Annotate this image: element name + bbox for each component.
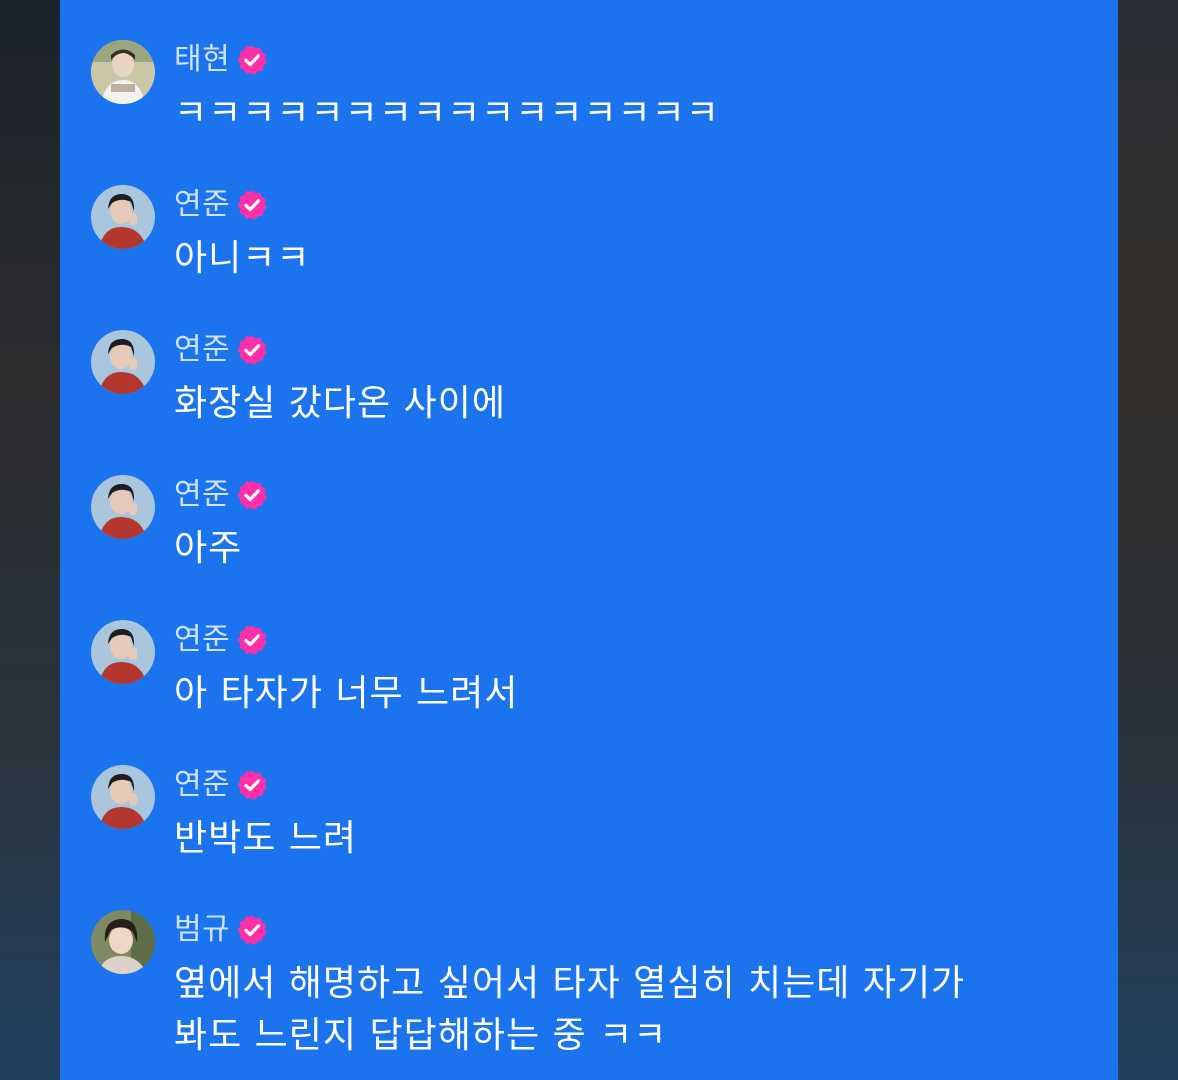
verified-badge-icon	[237, 625, 268, 655]
close-icon	[1040, 0, 1080, 10]
sender-row: 태현	[174, 40, 268, 80]
verified-badge-icon	[237, 770, 268, 800]
verified-badge-icon	[237, 915, 268, 945]
sender-row: 범규	[174, 910, 268, 950]
avatar-yeonjun[interactable]	[91, 475, 155, 539]
message-text: 반박도 느려	[174, 818, 358, 859]
avatar-yeonjun[interactable]	[91, 330, 155, 394]
avatar-yeonjun[interactable]	[91, 620, 155, 684]
sender-row: 연준	[174, 330, 268, 370]
background-left	[0, 0, 60, 1080]
message-text: 아니ㅋㅋ	[174, 238, 311, 279]
verified-badge-icon	[237, 335, 268, 365]
avatar-taehyun[interactable]	[91, 40, 155, 104]
message-text: 옆에서 해명하고 싶어서 타자 열심히 치는데 자기가 봐도 느린지 답답해하는…	[174, 963, 966, 1056]
sender-name: 연준	[174, 477, 231, 512]
verified-badge-icon	[237, 480, 268, 510]
sender-row: 연준	[174, 620, 268, 660]
message-text: ㅋㅋㅋㅋㅋㅋㅋㅋㅋㅋㅋㅋㅋㅋㅋㅋ	[174, 93, 720, 134]
message-text: 화장실 갔다온 사이에	[174, 383, 506, 424]
message-text: 아주	[174, 528, 243, 569]
avatar-yeonjun[interactable]	[91, 185, 155, 249]
sender-name: 연준	[174, 187, 231, 222]
message-text: 아 타자가 너무 느려서	[174, 673, 519, 714]
avatar-yeonjun[interactable]	[91, 765, 155, 829]
sender-name: 태현	[174, 42, 231, 77]
verified-badge-icon	[237, 190, 268, 220]
background-right	[1118, 0, 1178, 1080]
avatar-beomgyu[interactable]	[91, 910, 155, 974]
sender-row: 연준	[174, 765, 268, 805]
sender-name: 연준	[174, 767, 231, 802]
sender-name: 범규	[174, 912, 231, 947]
chat-panel: 태현 ㅋㅋㅋㅋㅋㅋㅋㅋㅋㅋㅋㅋㅋㅋㅋㅋ 연준 아니ㅋㅋ 연준 화장실 갔다온 사…	[60, 0, 1118, 1080]
sender-row: 연준	[174, 185, 268, 225]
sender-name: 연준	[174, 332, 231, 367]
verified-badge-icon	[237, 45, 268, 75]
close-button[interactable]	[1040, 0, 1080, 10]
sender-name: 연준	[174, 622, 231, 657]
sender-row: 연준	[174, 475, 268, 515]
